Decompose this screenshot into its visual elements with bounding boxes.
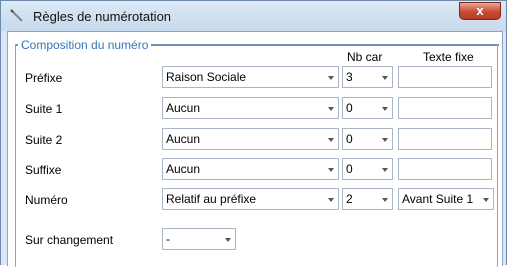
group-title: Composition du numéro	[18, 38, 152, 52]
chevron-down-icon	[328, 138, 334, 142]
numero-type-value: Relatif au préfixe	[166, 192, 257, 206]
suite1-nbcar-select[interactable]: 0	[342, 97, 393, 119]
group-border-right	[497, 44, 498, 267]
suffixe-nbcar-value: 0	[346, 162, 353, 176]
column-header-texte-fixe: Texte fixe	[423, 50, 474, 64]
dialog-window: Règles de numérotation x Composition du …	[0, 0, 507, 267]
chevron-down-icon	[382, 198, 388, 202]
row-label-suffixe: Suffixe	[25, 163, 62, 177]
dialog-body: Composition du numéro Nb car Texte fixe …	[7, 31, 503, 267]
chevron-down-icon	[483, 198, 489, 202]
suite2-type-select[interactable]: Aucun	[162, 128, 339, 150]
row-label-numero: Numéro	[25, 193, 68, 207]
suite1-type-value: Aucun	[166, 101, 201, 115]
prefixe-nbcar-value: 3	[346, 70, 353, 84]
chevron-down-icon	[382, 138, 388, 142]
row-label-prefixe: Préfixe	[25, 71, 63, 85]
sur-changement-select[interactable]: -	[162, 228, 236, 250]
numero-nbcar-value: 2	[346, 192, 353, 206]
suite2-texte-input[interactable]	[398, 128, 492, 150]
chevron-down-icon	[382, 76, 388, 80]
chevron-down-icon	[328, 168, 334, 172]
row-label-suite-1: Suite 1	[25, 102, 63, 116]
chevron-down-icon	[328, 107, 334, 111]
sur-changement-label: Sur changement	[25, 233, 114, 247]
suffixe-type-value: Aucun	[166, 162, 201, 176]
suite1-type-select[interactable]: Aucun	[162, 97, 339, 119]
prefixe-type-select[interactable]: Raison Sociale	[162, 66, 339, 88]
sur-changement-value: -	[166, 232, 170, 246]
numero-nbcar-select[interactable]: 2	[342, 188, 393, 210]
suite2-nbcar-select[interactable]: 0	[342, 128, 393, 150]
title-bar[interactable]: Règles de numérotation x	[1, 1, 506, 31]
numero-position-select[interactable]: Avant Suite 1	[398, 188, 494, 210]
chevron-down-icon	[328, 76, 334, 80]
prefixe-texte-input[interactable]	[398, 66, 492, 88]
chevron-down-icon	[225, 238, 231, 242]
close-button[interactable]: x	[459, 2, 501, 20]
chevron-down-icon	[382, 107, 388, 111]
group-border-left	[15, 44, 16, 267]
suite1-texte-input[interactable]	[398, 97, 492, 119]
suffixe-nbcar-select[interactable]: 0	[342, 158, 393, 180]
numero-position-value: Avant Suite 1	[402, 192, 474, 206]
row-label-suite-2: Suite 2	[25, 133, 63, 147]
suite1-nbcar-value: 0	[346, 101, 353, 115]
suffixe-texte-input[interactable]	[398, 158, 492, 180]
chevron-down-icon	[382, 168, 388, 172]
prefixe-nbcar-select[interactable]: 3	[342, 66, 393, 88]
suite2-type-value: Aucun	[166, 132, 201, 146]
column-header-nb-car: Nb car	[347, 50, 383, 64]
numero-type-select[interactable]: Relatif au préfixe	[162, 188, 339, 210]
chevron-down-icon	[328, 198, 334, 202]
suffixe-type-select[interactable]: Aucun	[162, 158, 339, 180]
prefixe-type-value: Raison Sociale	[166, 70, 247, 84]
window-title: Règles de numérotation	[33, 9, 172, 24]
pencil-icon	[10, 9, 23, 22]
suite2-nbcar-value: 0	[346, 132, 353, 146]
